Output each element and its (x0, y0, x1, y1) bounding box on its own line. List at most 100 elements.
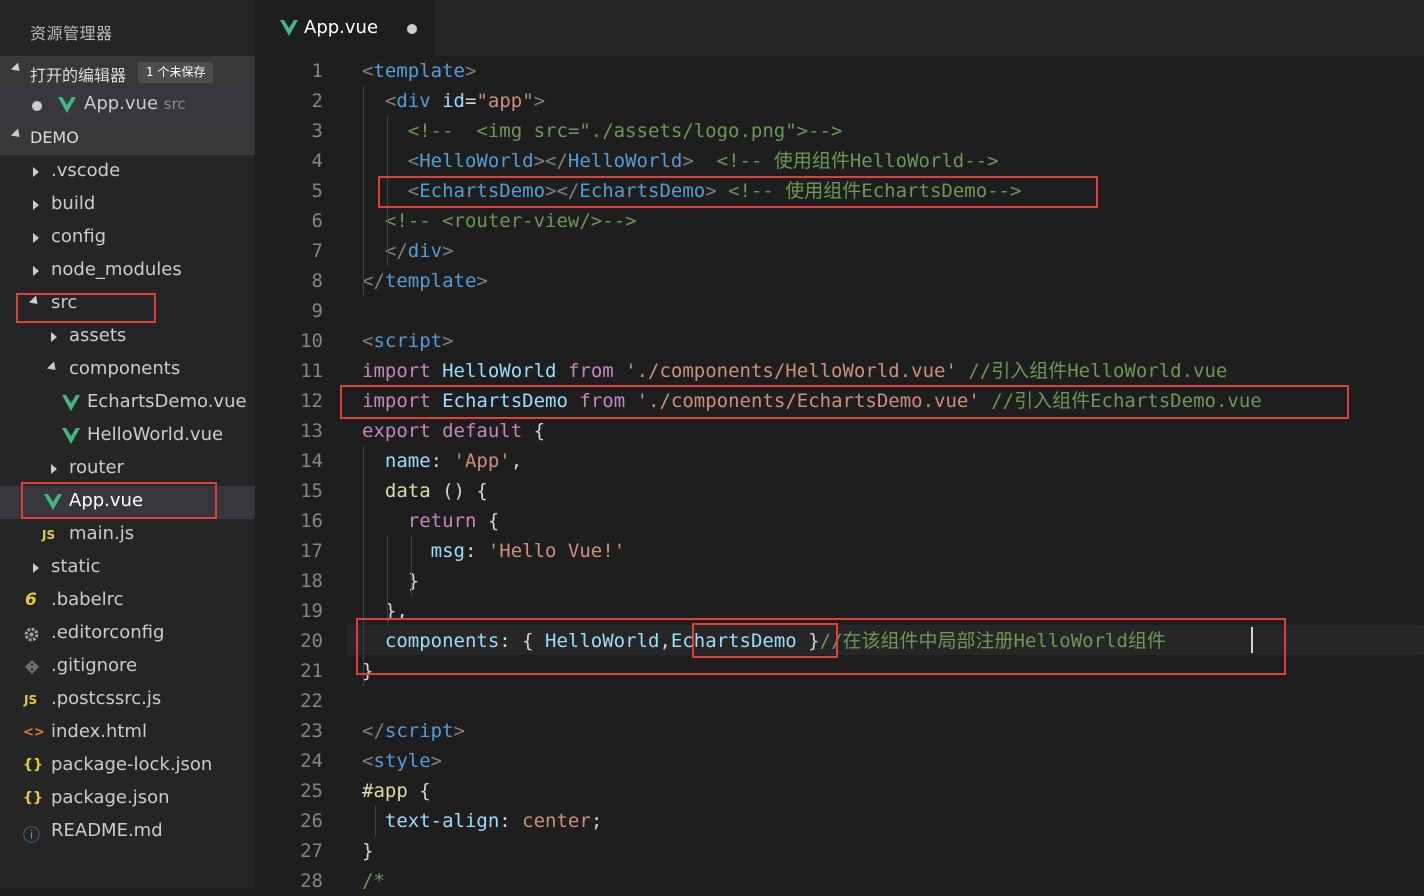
expand-arrow-icon (33, 563, 39, 573)
tree-item-package-json[interactable]: {} package.json (0, 783, 255, 816)
tree-label: build (51, 193, 96, 214)
tree-item-build[interactable]: build (0, 189, 255, 222)
code-token: data (384, 480, 431, 502)
code-token: > (464, 60, 477, 82)
code-token: > (533, 90, 546, 112)
tree-item-config[interactable]: config (0, 222, 255, 255)
code-line[interactable]: <style> (362, 746, 442, 776)
code-token: { (522, 420, 546, 442)
code-token: { (407, 780, 431, 802)
tree-label: HelloWorld.vue (87, 424, 224, 445)
tree-label: .editorconfig (51, 622, 165, 643)
line-number: 27 (300, 840, 323, 862)
code-token: </ (362, 240, 408, 262)
tree-label: .babelrc (51, 589, 124, 610)
tree-item-vscode[interactable]: .vscode (0, 156, 255, 189)
indent-guide (387, 536, 388, 626)
unsaved-dot-icon[interactable] (407, 24, 417, 34)
tree-label: main.js (69, 523, 135, 544)
tree-item-assets[interactable]: assets (0, 321, 255, 354)
code-line[interactable]: <template> (362, 56, 476, 86)
tree-item-editorconfig[interactable]: .editorconfig (0, 618, 255, 651)
text-cursor (1251, 627, 1253, 653)
tree-label: assets (69, 325, 127, 346)
indent-guide (411, 536, 412, 596)
code-token: id (442, 90, 465, 112)
code-line[interactable]: <HelloWorld></HelloWorld> <!-- 使用组件Hello… (362, 146, 999, 176)
collapse-caret-icon (10, 62, 24, 75)
vue-file-icon (62, 428, 80, 444)
code-token: script (373, 330, 443, 352)
code-line[interactable]: return { (362, 506, 500, 536)
code-token: './components/HelloWorld.vue' (625, 360, 957, 382)
code-line[interactable]: <script> (362, 326, 454, 356)
code-token: /* (362, 870, 385, 892)
code-token: : (464, 540, 488, 562)
json-file-icon: {} (23, 757, 43, 773)
html-file-icon: <> (23, 725, 45, 740)
code-line[interactable]: import HelloWorld from './components/Hel… (362, 356, 1227, 386)
code-line[interactable]: <div id="app"> (362, 86, 545, 116)
code-editor[interactable]: 1 2 3 4 5 6 7 8 9 10 11 12 13 14 15 16 17 18 19 20 21 22 23 24 2… (255, 56, 1424, 892)
code-token: 'App' (453, 450, 511, 472)
code-token: <!-- 使用组件HelloWorld--> (693, 150, 999, 172)
project-header[interactable]: DEMO (0, 122, 255, 155)
line-number: 25 (300, 780, 323, 802)
tree-item-echartsdemo-vue[interactable]: EchartsDemo.vue (0, 387, 255, 420)
code-line[interactable]: </script> (362, 716, 465, 746)
code-token: { (476, 510, 500, 532)
tree-item-postcssrc-js[interactable]: JS .postcssrc.js (0, 684, 255, 717)
code-token: } (362, 840, 374, 862)
tree-item-main-js[interactable]: JS main.js (0, 519, 255, 552)
line-number: 20 (300, 630, 323, 652)
code-token: <!-- <router-view/>--> (362, 210, 637, 232)
project-label: DEMO (30, 128, 79, 147)
line-number: 8 (311, 270, 323, 292)
code-line[interactable]: </div> (362, 236, 454, 266)
code-line[interactable]: name: 'App', (362, 446, 522, 476)
code-line[interactable]: export default { (362, 416, 545, 446)
code-token: default (442, 420, 523, 442)
indent-guide (375, 806, 376, 836)
code-token: <!-- <img src="./assets/logo.png">--> (362, 120, 843, 142)
open-editors-header[interactable]: 打开的编辑器 1 个未保存 (0, 56, 255, 89)
tree-item-babelrc[interactable]: 6 .babelrc (0, 585, 255, 618)
code-line[interactable]: data () { (362, 476, 488, 506)
tree-item-node-modules[interactable]: node_modules (0, 255, 255, 288)
line-number: 13 (300, 420, 323, 442)
code-line[interactable]: /* (362, 866, 385, 896)
code-token: ; (590, 810, 603, 832)
tab-app-vue[interactable]: App.vue (255, 0, 435, 56)
code-token: template (373, 60, 465, 82)
code-token: < (362, 750, 374, 772)
code-line[interactable]: #app { (362, 776, 431, 806)
js-file-icon: JS (24, 693, 38, 707)
code-line[interactable]: <!-- <router-view/>--> (362, 206, 637, 236)
tree-item-components[interactable]: components (0, 354, 255, 387)
code-line[interactable]: msg: 'Hello Vue!' (362, 536, 626, 566)
tree-item-readme-md[interactable]: ⓘ README.md (0, 816, 255, 849)
line-number: 17 (300, 540, 323, 562)
tree-item-helloworld-vue[interactable]: HelloWorld.vue (0, 420, 255, 453)
open-editor-item-app-vue[interactable]: App.vue src (0, 89, 255, 122)
editor-tab-bar: App.vue (255, 0, 1424, 56)
code-line[interactable]: <!-- <img src="./assets/logo.png">--> (362, 116, 843, 146)
code-line[interactable]: text-align: center; (362, 806, 602, 836)
line-number: 5 (311, 180, 323, 202)
tree-item-package-lock-json[interactable]: {} package-lock.json (0, 750, 255, 783)
tree-item-static[interactable]: static (0, 552, 255, 585)
line-number: 11 (300, 360, 323, 382)
tree-item-gitignore[interactable]: .gitignore (0, 651, 255, 684)
explorer-title: 资源管理器 (30, 24, 113, 43)
tree-item-index-html[interactable]: <> index.html (0, 717, 255, 750)
code-line[interactable]: } (362, 836, 373, 866)
code-token: < (362, 90, 397, 112)
tree-label: .gitignore (51, 655, 138, 676)
code-line[interactable]: </template> (362, 266, 488, 296)
